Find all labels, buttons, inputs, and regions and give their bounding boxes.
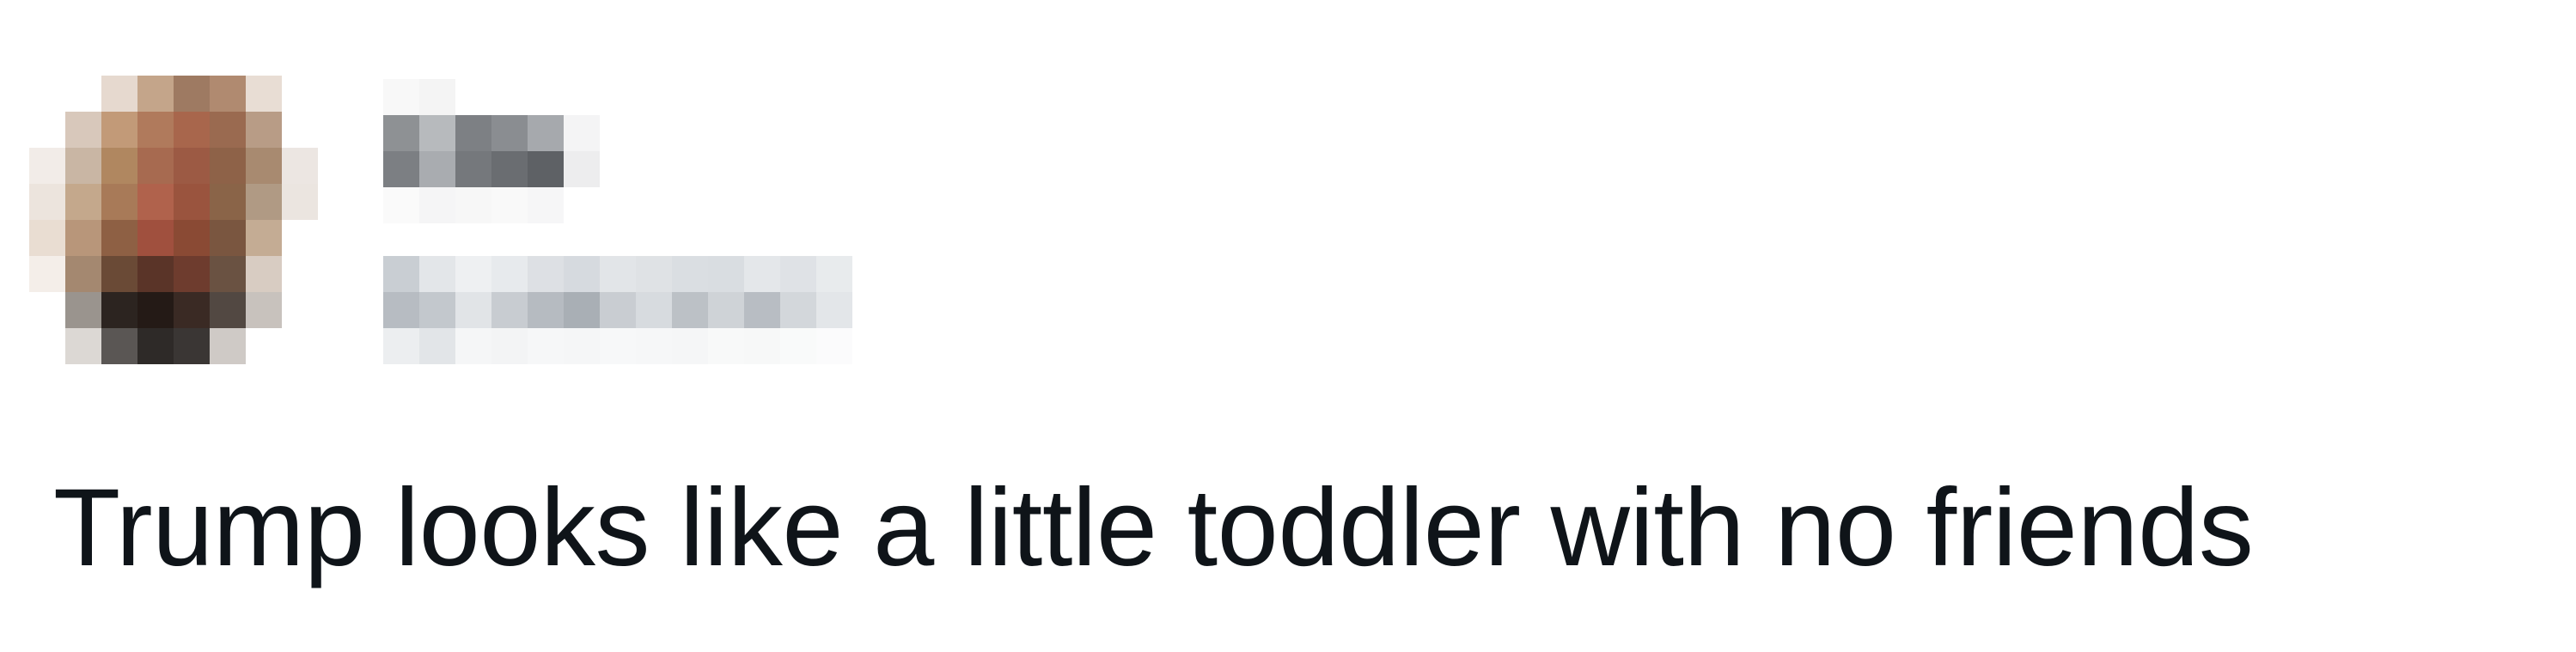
avatar[interactable] (29, 76, 318, 364)
post-text: Trump looks like a little toddler with n… (53, 466, 2254, 589)
author-handle-redacted[interactable] (383, 256, 852, 364)
post-card: Trump looks like a little toddler with n… (0, 0, 2576, 652)
author-display-name-redacted[interactable] (383, 79, 600, 223)
